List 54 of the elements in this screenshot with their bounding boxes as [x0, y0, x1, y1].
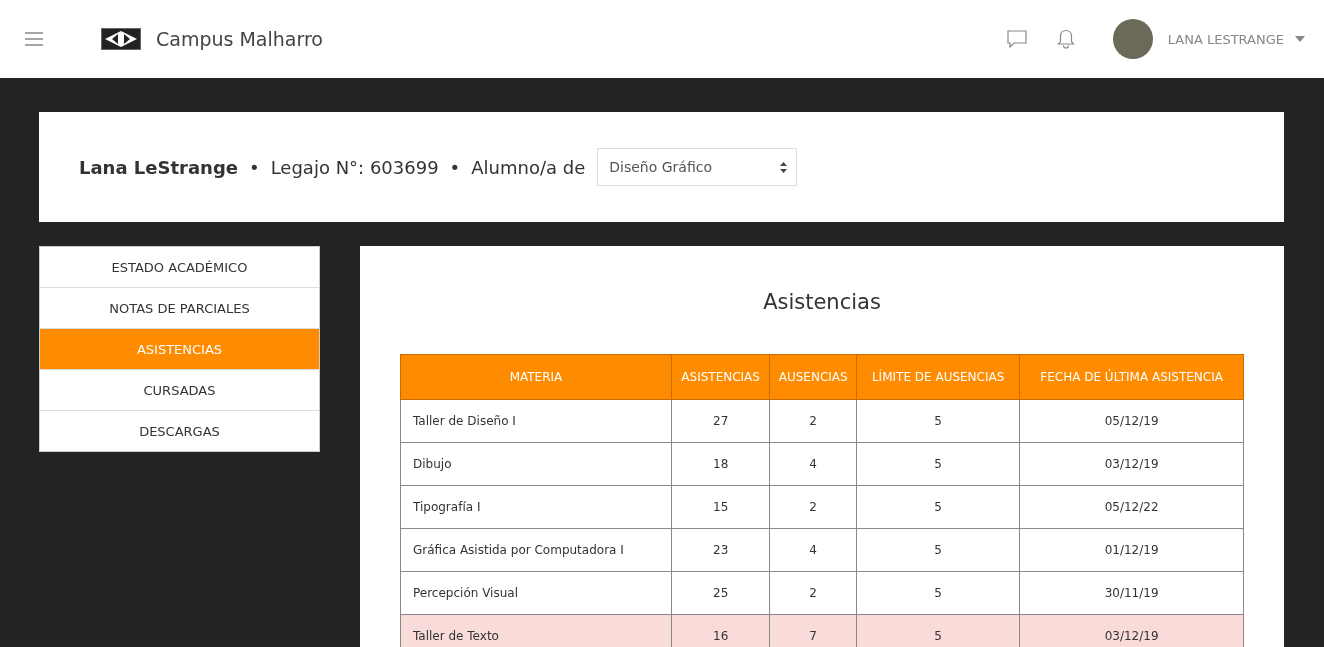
student-name: Lana LeStrange: [79, 156, 239, 178]
user-name[interactable]: LANA LESTRANGE: [1167, 31, 1284, 47]
table-cell: 5: [856, 528, 1020, 572]
table-cell: 05/12/19: [1019, 399, 1244, 443]
table-cell: 5: [856, 485, 1020, 529]
table-cell: 5: [856, 571, 1020, 615]
table-cell: 15: [671, 485, 770, 529]
table-cell: Taller de Diseño I: [400, 399, 672, 443]
table-cell: 2: [769, 571, 857, 615]
table-cell: 03/12/19: [1019, 442, 1244, 486]
column-header: MATERIA: [400, 354, 672, 400]
avatar[interactable]: [1112, 19, 1153, 59]
column-header: AUSENCIAS: [769, 354, 857, 400]
table-cell: 03/12/19: [1019, 614, 1244, 647]
sidebar-item[interactable]: CURSADAS: [40, 370, 319, 411]
alumno-label: Alumno/a de: [471, 156, 586, 178]
table-cell: 18: [671, 442, 770, 486]
table-cell: 4: [769, 528, 857, 572]
bell-icon[interactable]: [1056, 29, 1075, 49]
page-title: Asistencias: [762, 290, 882, 314]
table-cell: 23: [671, 528, 770, 572]
caret-icon[interactable]: [1295, 36, 1305, 42]
table-cell: Taller de Texto: [400, 614, 672, 647]
table-cell: Dibujo: [400, 442, 672, 486]
table-cell: 01/12/19: [1019, 528, 1244, 572]
separator-dot: •: [449, 156, 461, 178]
sidebar-item[interactable]: ESTADO ACADÉMICO: [40, 247, 319, 288]
sidebar-item[interactable]: DESCARGAS: [40, 411, 319, 451]
menu-icon[interactable]: [25, 32, 43, 46]
table-cell: 05/12/22: [1019, 485, 1244, 529]
column-header: ASISTENCIAS: [671, 354, 770, 400]
table-cell: Percepción Visual: [400, 571, 672, 615]
table-cell: 7: [769, 614, 857, 647]
career-select[interactable]: Diseño Gráfico: [597, 148, 798, 186]
table-cell: 30/11/19: [1019, 571, 1244, 615]
table-cell: 25: [671, 571, 770, 615]
table-cell: 2: [769, 399, 857, 443]
column-header: FECHA DE ÚLTIMA ASISTENCIA: [1019, 354, 1244, 400]
table-cell: 16: [671, 614, 770, 647]
table-cell: 2: [769, 485, 857, 529]
table-cell: 5: [856, 614, 1020, 647]
chat-icon[interactable]: [1006, 29, 1027, 49]
legajo-number: Legajo N°: 603699: [270, 156, 439, 178]
table-cell: 5: [856, 442, 1020, 486]
logo-icon: [101, 28, 141, 50]
select-arrows-icon: [780, 161, 788, 173]
table-cell: 27: [671, 399, 770, 443]
brand-name[interactable]: Campus Malharro: [156, 28, 323, 50]
table-cell: 5: [856, 399, 1020, 443]
table-cell: Tipografía I: [400, 485, 672, 529]
separator-dot: •: [249, 156, 260, 178]
column-header: LÍMITE DE AUSENCIAS: [856, 354, 1020, 400]
table-cell: Gráfica Asistida por Computadora I: [400, 528, 672, 572]
table-cell: 4: [769, 442, 857, 486]
